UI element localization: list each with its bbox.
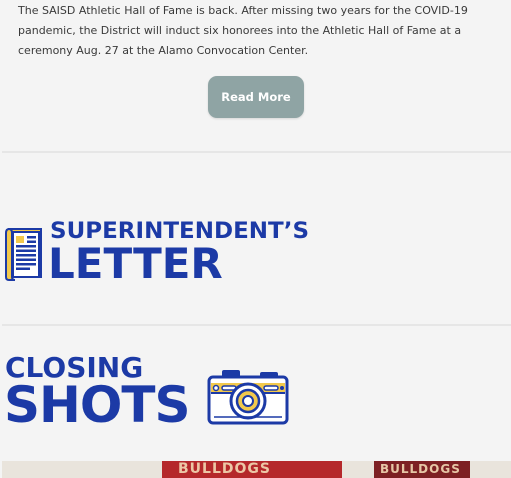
closing-shots-photo[interactable]: BULLDOGS BULLDOGS xyxy=(2,461,511,478)
article-summary: The SAISD Athletic Hall of Fame is back.… xyxy=(18,4,468,57)
banner-left-text: BULLDOGS xyxy=(178,461,271,477)
bulldogs-banner-left: BULLDOGS xyxy=(162,461,342,478)
letter-document-icon xyxy=(5,227,42,281)
superintendents-letter-title-line2: LETTER xyxy=(48,239,223,288)
bulldogs-banner-right: BULLDOGS xyxy=(374,461,470,478)
camera-icon xyxy=(207,370,289,425)
closing-shots-title-line2: SHOTS xyxy=(4,376,190,434)
section-divider xyxy=(2,324,511,326)
banner-right-text: BULLDOGS xyxy=(380,462,461,476)
read-more-button[interactable]: Read More xyxy=(208,76,304,118)
section-divider xyxy=(2,151,511,153)
